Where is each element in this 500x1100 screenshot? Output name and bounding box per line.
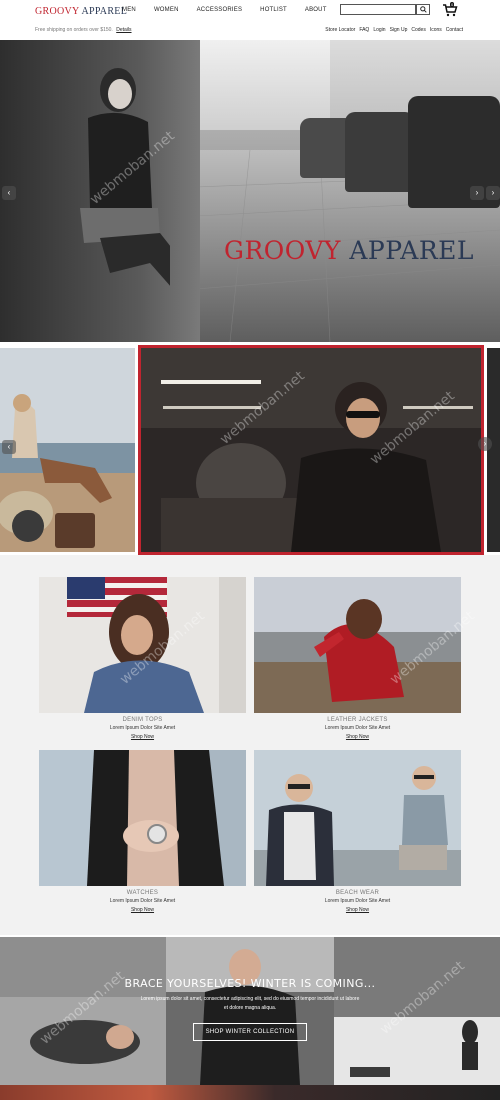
util-store-locator[interactable]: Store Locator (325, 27, 355, 33)
carousel-slide-left[interactable]: ‹ (0, 348, 135, 552)
product-description: Lorem Ipsum Dolor Site Amet (324, 898, 391, 904)
bottom-image-strip (0, 1085, 500, 1100)
shop-now-link[interactable]: Shop Now (254, 907, 461, 913)
cart-button[interactable]: 0 (442, 2, 458, 17)
hero-title: GROOVY APPAREL (224, 236, 474, 265)
search-icon (419, 6, 427, 13)
nav-item-about[interactable]: ABOUT (305, 7, 327, 13)
carousel-image-man-sunglasses (141, 348, 481, 552)
product-image-denim-tops[interactable] (39, 577, 246, 713)
product-image-watches[interactable] (39, 750, 246, 886)
product-title: WATCHES (126, 890, 159, 896)
carousel-slide-right[interactable] (487, 348, 500, 552)
carousel-prev-arrow[interactable]: ‹ (2, 440, 16, 454)
util-codes[interactable]: Codes (411, 27, 425, 33)
product-card-denim-tops: DENIM TOPS Lorem Ipsum Dolor Site Amet S… (39, 577, 246, 740)
logo-word-apparel: APPAREL (81, 6, 128, 17)
hero-model-image (80, 68, 170, 286)
util-contact[interactable]: Contact (446, 27, 463, 33)
search-button[interactable] (416, 4, 430, 15)
nav-item-hotlist[interactable]: HOTLIST (260, 7, 287, 13)
shipping-text: Free shipping on orders over $150. (35, 27, 113, 33)
product-card-leather-jackets: LEATHER JACKETS Lorem Ipsum Dolor Site A… (254, 577, 461, 740)
logo-word-groovy: GROOVY (35, 6, 80, 17)
hero-banner: GROOVY APPAREL ‹ › › (0, 40, 500, 342)
product-card-watches: WATCHES Lorem Ipsum Dolor Site Amet Shop… (39, 750, 246, 913)
util-sign-up[interactable]: Sign Up (390, 27, 408, 33)
hero-next-arrow[interactable]: › (470, 186, 484, 200)
winter-promo-banner: BRACE YOURSELVES! WINTER IS COMING... Lo… (0, 937, 500, 1085)
nav-item-women[interactable]: WOMEN (154, 7, 179, 13)
hero-next-arrow-alt[interactable]: › (486, 186, 500, 200)
shop-winter-collection-button[interactable]: SHOP WINTER COLLECTION (193, 1023, 307, 1041)
shop-now-link[interactable]: Shop Now (39, 734, 246, 740)
product-image-beach-wear[interactable] (254, 750, 461, 886)
search-input[interactable] (340, 4, 416, 15)
product-category-grid: DENIM TOPS Lorem Ipsum Dolor Site Amet S… (0, 555, 500, 935)
product-title: DENIM TOPS (122, 717, 163, 723)
shipping-notice: Free shipping on orders over $150. Detai… (35, 27, 132, 33)
hero-sky (200, 40, 330, 130)
leather-jackets-photo (254, 577, 461, 713)
winter-promo-text: Lorem ipsum dolor sit amet, consectetur … (140, 996, 360, 1011)
hero-prev-arrow[interactable]: ‹ (2, 186, 16, 200)
winter-promo-title: BRACE YOURSELVES! WINTER IS COMING... (124, 977, 376, 990)
denim-tops-photo (39, 577, 246, 713)
utility-links: Store Locator FAQ Login Sign Up Codes Ic… (325, 27, 463, 33)
product-image-leather-jackets[interactable] (254, 577, 461, 713)
beach-wear-photo (254, 750, 461, 886)
hero-car-2 (345, 112, 415, 192)
product-title: LEATHER JACKETS (327, 717, 388, 723)
watches-photo (39, 750, 246, 886)
product-title: BEACH WEAR (335, 890, 380, 896)
nav-item-accessories[interactable]: ACCESSORIES (197, 7, 243, 13)
product-card-beach-wear: BEACH WEAR Lorem Ipsum Dolor Site Amet S… (254, 750, 461, 913)
hero-title-apparel: APPAREL (349, 236, 474, 265)
shipping-details-link[interactable]: Details (116, 27, 131, 33)
nav-item-men[interactable]: MEN (122, 7, 136, 13)
hero-title-groovy: GROOVY (224, 236, 341, 265)
product-description: Lorem Ipsum Dolor Site Amet (324, 725, 391, 731)
featured-carousel: ‹ › (0, 345, 500, 555)
shop-now-link[interactable]: Shop Now (39, 907, 246, 913)
shop-now-link[interactable]: Shop Now (254, 734, 461, 740)
carousel-next-arrow[interactable]: › (478, 437, 492, 451)
util-icons[interactable]: Icons (430, 27, 442, 33)
product-description: Lorem Ipsum Dolor Site Amet (109, 898, 176, 904)
site-header: GROOVY APPAREL MEN WOMEN ACCESSORIES HOT… (0, 0, 500, 40)
util-login[interactable]: Login (373, 27, 385, 33)
site-logo[interactable]: GROOVY APPAREL (35, 6, 127, 17)
carousel-slide-active[interactable] (138, 345, 484, 555)
util-faq[interactable]: FAQ (359, 27, 369, 33)
carousel-image-scooter (0, 348, 135, 552)
main-nav: MEN WOMEN ACCESSORIES HOTLIST ABOUT (122, 7, 327, 13)
product-description: Lorem Ipsum Dolor Site Amet (109, 725, 176, 731)
